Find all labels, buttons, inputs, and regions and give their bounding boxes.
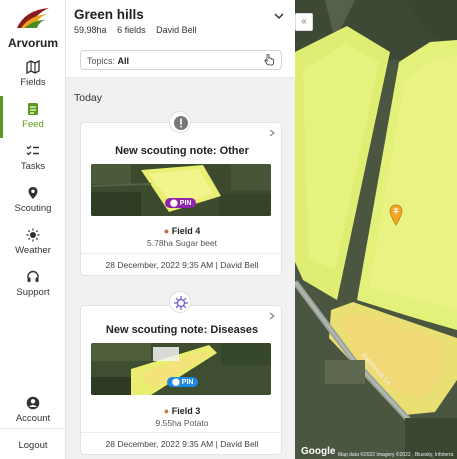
chevrons-left-icon: «	[301, 16, 307, 27]
note-type-badge	[169, 111, 191, 133]
brand-logo[interactable]: Arvorum	[0, 6, 66, 50]
card-date: 28 December, 2022 9:35 AM	[105, 439, 214, 449]
card-title: New scouting note: Other	[115, 145, 249, 157]
card-author: David Bell	[220, 260, 259, 270]
topics-label: Topics:	[87, 56, 116, 66]
field-details: 9.55ha Potato	[155, 418, 209, 428]
farm-owner: David Bell	[156, 25, 197, 35]
field-name: ● Field 4	[81, 226, 283, 236]
pin-badge-label: PIN	[181, 379, 194, 386]
satellite-map[interactable]: Palmbrook Ln	[295, 0, 457, 459]
google-logo: Google	[301, 446, 336, 457]
map-attribution[interactable]: Map data ©2022 Imagery ©2022 , Bluesky, …	[338, 452, 453, 458]
pin-badge: ⬤ PIN	[167, 377, 199, 387]
field-satellite-image	[91, 343, 271, 395]
farm-header: Green hills 59.98ha 6 fields David Bell …	[66, 0, 295, 78]
field-name-text: Field 3	[171, 406, 201, 416]
chevron-right-icon[interactable]	[269, 129, 275, 137]
card-title: New scouting note: Diseases	[105, 324, 259, 336]
pin-badge-label: PIN	[179, 200, 192, 207]
sidebar: Arvorum Fields Feed Tasks Scouting Weath…	[0, 0, 66, 459]
chevron-down-icon[interactable]	[274, 12, 284, 20]
feed-card[interactable]: New scouting note: Other ⬤ PIN ● Field 4…	[80, 122, 283, 276]
sidebar-item-label: Account	[15, 413, 51, 424]
headset-icon	[27, 270, 39, 282]
logout-link[interactable]: Logout	[0, 440, 66, 451]
pin-badge: ⬤ PIN	[165, 198, 197, 208]
sugar-beet-icon: ●	[163, 226, 170, 236]
collapse-panel-button[interactable]: «	[295, 13, 313, 31]
sidebar-item-account[interactable]: Account	[0, 396, 66, 436]
virus-icon	[174, 296, 188, 310]
card-date: 28 December, 2022 9:35 AM	[105, 260, 214, 270]
map-icon	[26, 60, 40, 74]
sidebar-item-scouting[interactable]: Scouting	[0, 186, 66, 226]
sidebar-item-label: Fields	[20, 77, 46, 88]
day-heading: Today	[74, 92, 103, 104]
card-author: David Bell	[220, 439, 259, 449]
card-divider	[81, 432, 283, 433]
feed-card[interactable]: New scouting note: Diseases ⬤ PIN ● Fiel	[80, 305, 283, 455]
pin-icon: ⬤	[170, 200, 180, 207]
field-satellite-image	[91, 164, 271, 216]
note-type-badge	[169, 291, 191, 313]
sidebar-item-label: Weather	[15, 245, 51, 256]
location-pin-icon	[28, 187, 38, 199]
farm-name[interactable]: Green hills	[74, 7, 144, 22]
exclamation-icon	[174, 116, 188, 130]
sidebar-item-label: Support	[16, 287, 50, 298]
field-thumbnail: ⬤ PIN	[91, 164, 271, 216]
farm-area: 59.98ha	[74, 25, 107, 35]
card-meta: 28 December, 2022 9:35 AM | David Bell	[105, 439, 259, 449]
farm-meta: 59.98ha 6 fields David Bell	[74, 25, 205, 35]
sidebar-item-support[interactable]: Support	[0, 270, 66, 310]
potato-icon: ●	[163, 406, 170, 416]
brand-name: Arvorum	[7, 36, 58, 50]
app-root: Arvorum Fields Feed Tasks Scouting Weath…	[0, 0, 457, 459]
map-pin-icon[interactable]	[389, 204, 403, 226]
hand-pointer-icon	[264, 54, 274, 66]
topics-filter[interactable]: Topics: All	[80, 50, 282, 70]
field-name: ● Field 3	[81, 406, 283, 416]
field-name-text: Field 4	[171, 226, 201, 236]
map-imagery	[295, 0, 457, 459]
sidebar-item-label: Feed	[22, 119, 44, 130]
sidebar-item-feed[interactable]: Feed	[0, 96, 66, 142]
chevron-right-icon[interactable]	[269, 312, 275, 320]
sidebar-item-tasks[interactable]: Tasks	[0, 144, 66, 184]
card-meta: 28 December, 2022 9:35 AM | David Bell	[105, 260, 259, 270]
tasks-icon	[26, 145, 39, 156]
field-details: 5.78ha Sugar beet	[147, 238, 217, 248]
feed-panel: Green hills 59.98ha 6 fields David Bell …	[66, 0, 295, 459]
sidebar-divider	[0, 428, 66, 429]
arvorum-logo-icon	[17, 8, 49, 28]
farm-field-count: 6 fields	[117, 25, 146, 35]
card-divider	[81, 253, 283, 254]
pin-icon: ⬤	[172, 379, 182, 386]
topics-value: All	[117, 56, 130, 66]
sidebar-item-weather[interactable]: Weather	[0, 228, 66, 268]
sun-icon	[26, 228, 40, 242]
sidebar-item-label: Tasks	[20, 161, 46, 172]
sidebar-item-label: Scouting	[14, 203, 52, 214]
account-icon	[26, 396, 40, 410]
field-thumbnail: ⬤ PIN	[91, 343, 271, 395]
feed-icon	[28, 103, 38, 115]
sidebar-item-fields[interactable]: Fields	[0, 60, 66, 100]
